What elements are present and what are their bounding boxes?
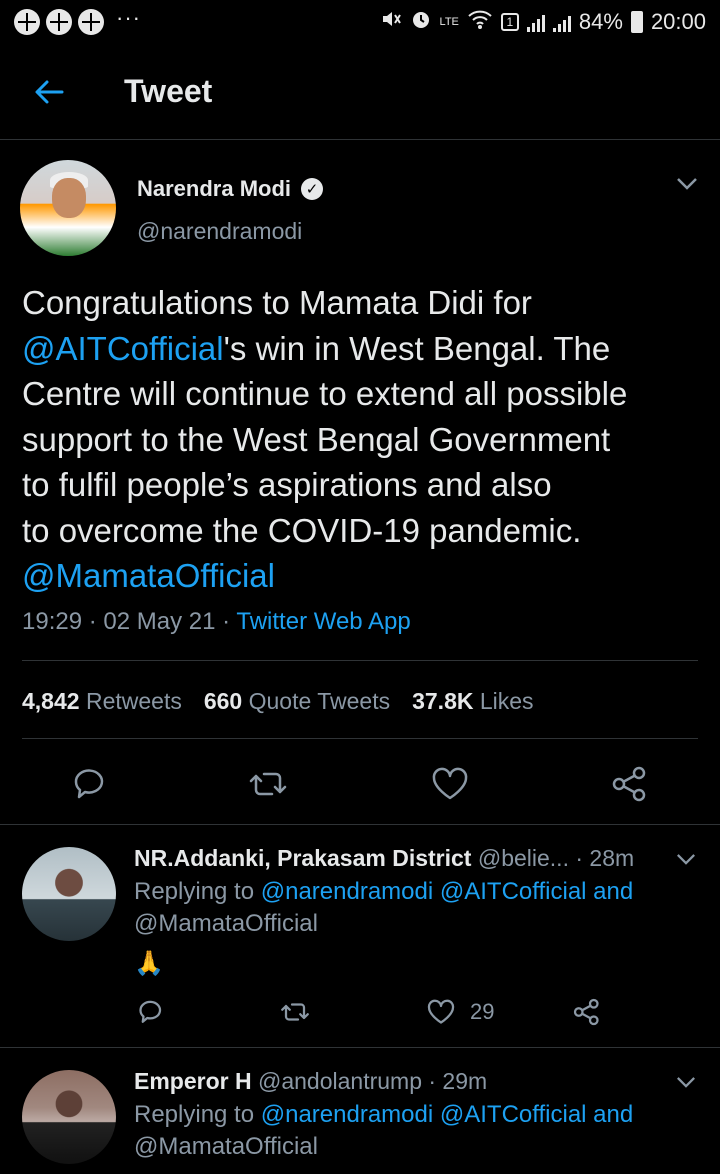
- tweet-actions: [0, 752, 720, 824]
- reply-header: NR.Addanki, Prakasam District @belie... …: [134, 845, 634, 872]
- tweet-text-line: @AITCofficial's win in West Bengal. The: [22, 326, 702, 372]
- quote-tweets-stat[interactable]: 660 Quote Tweets: [204, 688, 390, 715]
- replying-to-label: Replying to: [134, 1101, 255, 1128]
- back-arrow-icon[interactable]: [32, 75, 66, 109]
- tweet-date: 02 May 21: [103, 608, 216, 635]
- avatar[interactable]: [22, 1070, 116, 1164]
- tweet-text-segment: 's win in West Bengal. The: [223, 329, 611, 367]
- reply-icon[interactable]: [136, 997, 166, 1027]
- replying-to-mentions[interactable]: @narendramodi @AITCofficial and: [261, 878, 633, 905]
- tweet-text-line: Congratulations to Mamata Didi for: [22, 280, 702, 326]
- system-icons: LTE 1 84% 20:00: [380, 8, 706, 36]
- author-display-name[interactable]: Narendra Modi: [137, 176, 291, 202]
- retweet-icon[interactable]: [280, 997, 310, 1027]
- app-notification-icon: [46, 9, 72, 35]
- tweet-text-line: Centre will continue to extend all possi…: [22, 371, 702, 417]
- signal-2-icon: [552, 12, 571, 32]
- wifi-icon: [467, 8, 493, 36]
- tweet-text-segment: Centre will continue to extend all possi…: [22, 375, 628, 412]
- like-count: 29: [470, 999, 495, 1024]
- tweet-time: 19:29: [22, 608, 83, 635]
- like-heart-icon[interactable]: [430, 764, 470, 804]
- tweet-text-segment: support to the West Bengal Government: [22, 420, 611, 458]
- tweet-text-segment: to overcome the COVID-19 pandemic.: [22, 511, 582, 549]
- tweet-text-line: to overcome the COVID-19 pandemic.: [22, 508, 702, 554]
- verified-badge-icon: ✓: [301, 178, 324, 200]
- notification-icons: ···: [14, 5, 141, 35]
- volte-icon: LTE: [439, 15, 459, 28]
- author-name-row[interactable]: Narendra Modi ✓: [137, 176, 324, 202]
- retweets-count: 4,842: [22, 688, 80, 714]
- tweet-text: Congratulations to Mamata Didi for @AITCo…: [22, 280, 702, 599]
- reply-header: Emperor H @andolantrump · 29m: [134, 1068, 487, 1095]
- reply-author-name[interactable]: Emperor H: [134, 1068, 252, 1094]
- tweet-text-line: support to the West Bengal Government: [22, 417, 702, 463]
- app-header: Tweet: [0, 44, 720, 140]
- likes-stat[interactable]: 37.8K Likes: [412, 688, 533, 715]
- avatar[interactable]: [22, 847, 116, 941]
- clock: 20:00: [650, 9, 706, 34]
- likes-count: 37.8K: [412, 688, 474, 714]
- replying-to-mention[interactable]: @MamataOfficial: [134, 1133, 318, 1161]
- retweets-label: Retweets: [85, 688, 182, 714]
- replying-to-mentions[interactable]: @narendramodi @AITCofficial and: [261, 1101, 633, 1128]
- tweet-text-segment: Congratulations to Mamata Didi for: [22, 284, 532, 321]
- reply-author-handle[interactable]: @andolantrump: [258, 1068, 422, 1094]
- tweet-text-line: @MamataOfficial: [22, 553, 702, 599]
- status-bar: ··· LTE 1 84% 20:00: [0, 0, 720, 44]
- mention-link[interactable]: @MamataOfficial: [22, 557, 275, 594]
- tweet-meta: 19:29 · 02 May 21 · Twitter Web App: [22, 608, 411, 636]
- alarm-icon: [410, 8, 432, 36]
- chevron-down-icon[interactable]: [676, 1072, 696, 1095]
- reply-author-handle[interactable]: @belie...: [478, 845, 569, 871]
- app-notification-icon: [78, 9, 104, 35]
- app-notification-icon: [14, 9, 40, 35]
- avatar[interactable]: [20, 160, 116, 256]
- mute-icon: [380, 8, 402, 36]
- chevron-down-icon[interactable]: [676, 174, 698, 197]
- battery-percent: 84%: [578, 9, 623, 34]
- replying-to: Replying to @narendramodi @AITCofficial …: [134, 878, 633, 906]
- replying-to: Replying to @narendramodi @AITCofficial …: [134, 1101, 633, 1129]
- avatar-face: [52, 178, 86, 218]
- tweet-stats: 4,842 Retweets 660 Quote Tweets 37.8K Li…: [22, 688, 534, 715]
- share-icon[interactable]: [610, 764, 650, 804]
- divider: [0, 824, 720, 825]
- author-handle[interactable]: @narendramodi: [137, 218, 302, 245]
- mention-link[interactable]: @AITCofficial: [22, 330, 224, 367]
- reply-author-name[interactable]: NR.Addanki, Prakasam District: [134, 845, 471, 871]
- chevron-down-icon[interactable]: [676, 849, 696, 872]
- more-notifications-icon: ···: [116, 5, 141, 30]
- reply-text: 🙏: [134, 950, 164, 977]
- like-heart-icon[interactable]: [426, 997, 456, 1027]
- separator: ·: [222, 608, 231, 635]
- tweet-source-link[interactable]: Twitter Web App: [236, 608, 410, 635]
- tweet-text-segment: to fulfil people’s aspirations and also: [22, 466, 552, 503]
- share-icon[interactable]: [572, 997, 602, 1027]
- reply-icon[interactable]: [70, 764, 110, 804]
- battery-charging-icon: [630, 11, 643, 33]
- likes-label: Likes: [479, 688, 534, 714]
- divider: [22, 738, 698, 739]
- divider: [0, 1047, 720, 1048]
- signal-icon: [526, 12, 545, 32]
- reply-age: · 29m: [428, 1068, 488, 1094]
- page-title: Tweet: [124, 73, 213, 109]
- quote-tweets-label: Quote Tweets: [248, 688, 391, 714]
- retweets-stat[interactable]: 4,842 Retweets: [22, 688, 182, 715]
- quote-tweets-count: 660: [203, 688, 243, 714]
- reply-actions: 29: [134, 997, 614, 1031]
- divider: [22, 660, 698, 661]
- separator: ·: [88, 608, 97, 635]
- replying-to-mention[interactable]: @MamataOfficial: [134, 910, 318, 938]
- tweet-text-line: to fulfil people’s aspirations and also: [22, 462, 702, 508]
- sim-icon: 1: [500, 13, 519, 31]
- reply-age: · 28m: [575, 845, 635, 871]
- retweet-icon[interactable]: [248, 764, 288, 804]
- replying-to-label: Replying to: [134, 878, 255, 905]
